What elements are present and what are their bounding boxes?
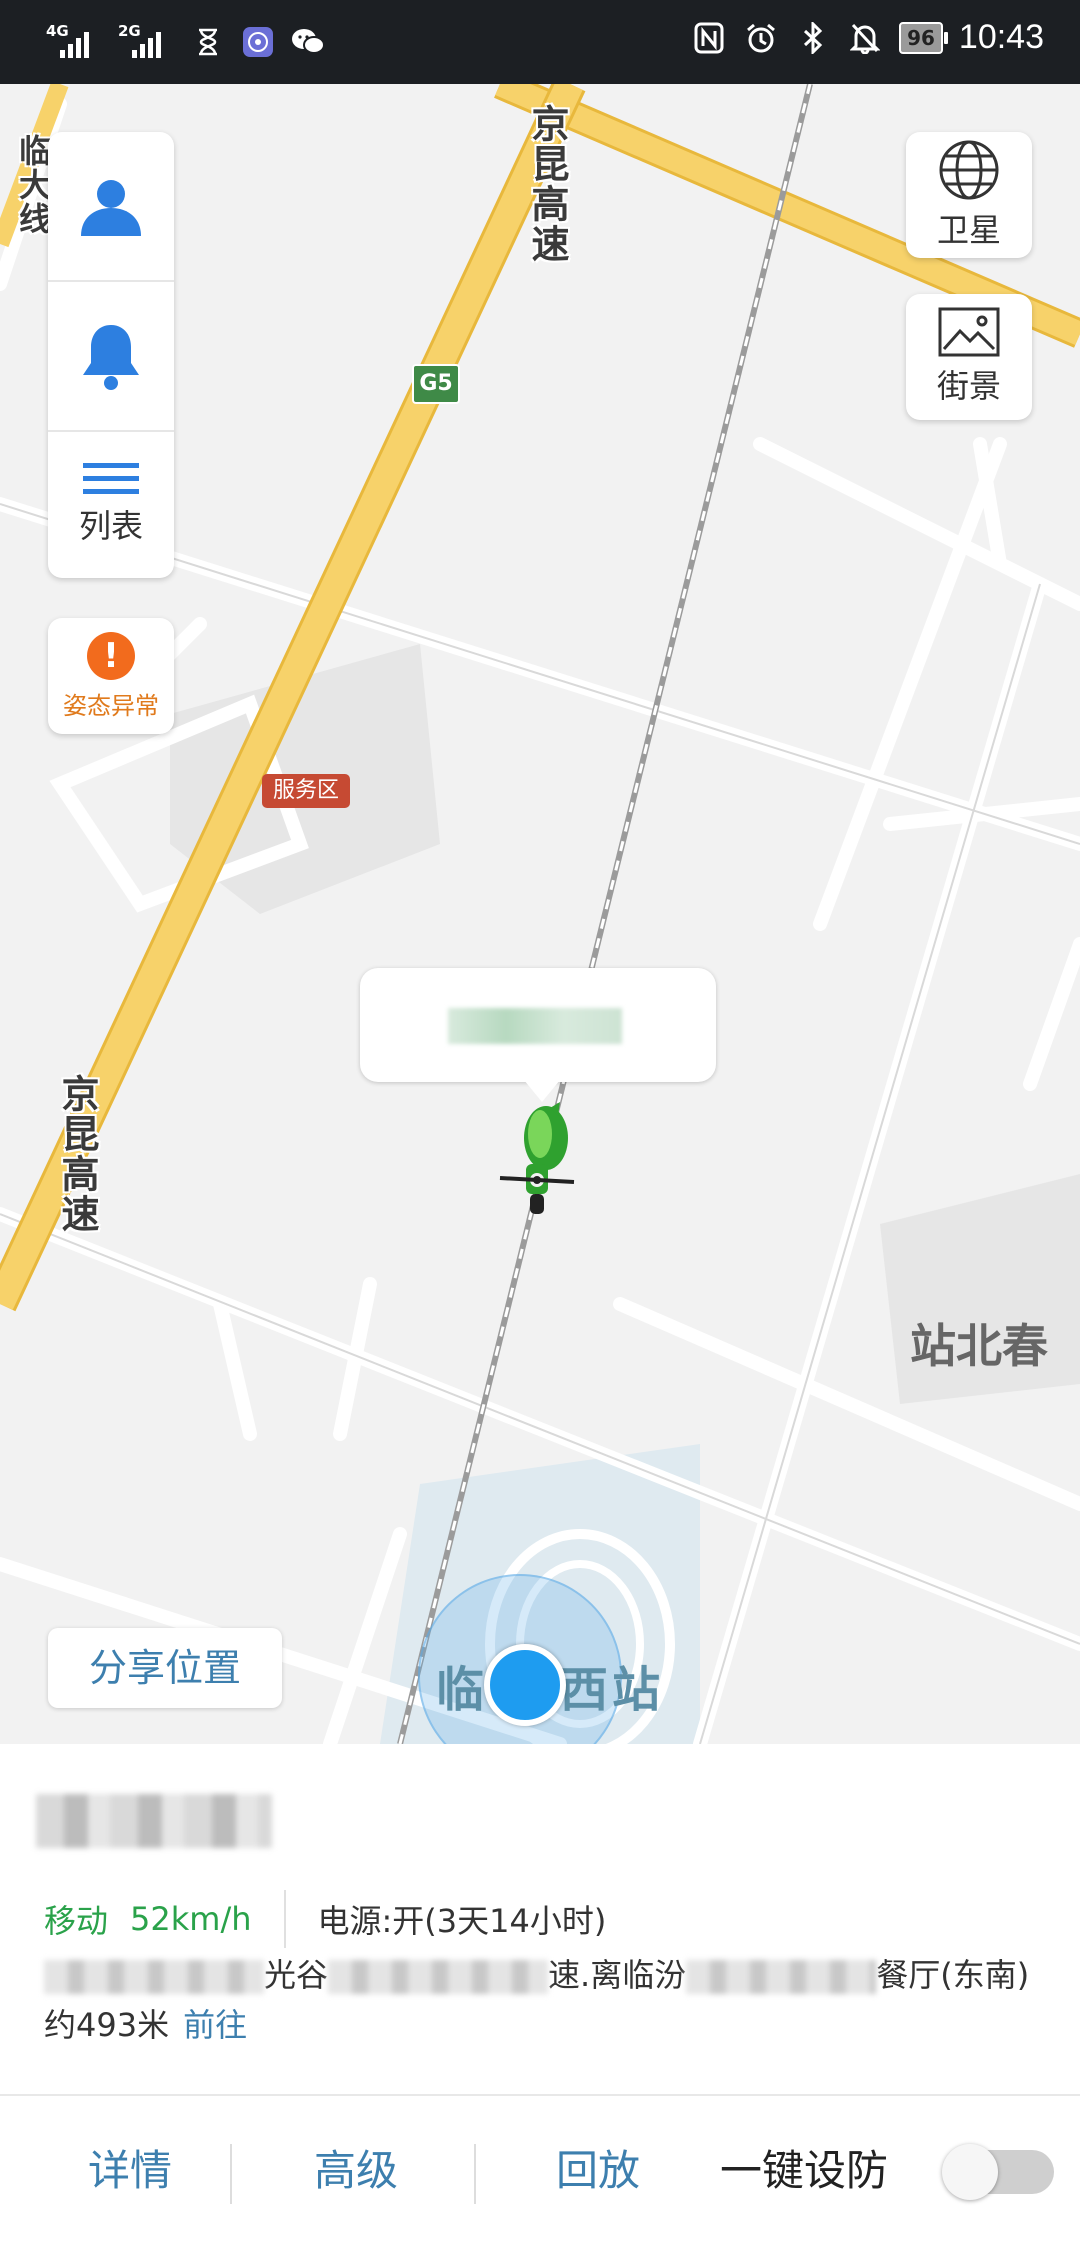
details-tab[interactable]: 详情	[40, 2096, 220, 2246]
vehicle-name-redacted	[36, 1794, 272, 1848]
highway-shield: G5	[412, 364, 460, 404]
alerts-button[interactable]	[48, 282, 174, 430]
street-view-label: 街景	[936, 367, 1001, 405]
mute-icon	[847, 20, 883, 56]
street-view-button[interactable]: 街景	[906, 294, 1032, 420]
list-button[interactable]: 列表	[48, 432, 174, 578]
alarm-icon	[743, 20, 779, 56]
hourglass-icon	[190, 24, 226, 60]
signal-2-icon: 2G	[118, 22, 176, 62]
profile-button[interactable]	[48, 132, 174, 280]
distance-text: 约493米	[44, 2006, 170, 2044]
address-redacted	[44, 1960, 264, 1994]
status-right: 96 10:43	[691, 18, 1044, 57]
speed-value: 52km/h	[130, 1900, 252, 1938]
station-label-right: 西站	[560, 1662, 665, 1718]
person-icon	[81, 180, 141, 236]
station-label-left: 临	[436, 1662, 489, 1718]
satellite-label: 卫星	[936, 211, 1001, 249]
globe-icon	[939, 140, 999, 200]
vehicle-info-bubble[interactable]	[360, 968, 716, 1102]
address-row: 光谷 速.离临汾 餐厅(东南) 约493米 前往	[44, 1950, 1044, 2050]
bluetooth-icon	[795, 20, 831, 56]
attitude-alert-label: 姿态异常	[63, 691, 159, 720]
address-part-2: 速.离临汾	[548, 1956, 687, 1994]
map-view[interactable]: 临大线 京昆高速 京昆高速 G5 服务区 站北春 列表 ! 姿态异常 卫星 街景…	[0, 84, 1080, 1744]
address-part-3: 餐厅(东南)	[876, 1956, 1030, 1994]
divider	[474, 2144, 476, 2204]
divider	[230, 2144, 232, 2204]
signal-1-icon: 4G	[46, 22, 104, 62]
advanced-tab[interactable]: 高级	[266, 2096, 446, 2246]
motion-state: 移动	[44, 1902, 109, 1940]
one-key-arm-label: 一键设防	[720, 2146, 889, 2195]
playback-tab[interactable]: 回放	[508, 2096, 688, 2246]
attitude-alert-button[interactable]: ! 姿态异常	[48, 618, 174, 734]
list-label: 列表	[78, 507, 143, 545]
vehicle-name-redacted	[448, 1008, 622, 1044]
clock: 10:43	[958, 18, 1044, 56]
address-redacted	[686, 1960, 877, 1994]
power-status: 电源:开(3天14小时)	[317, 1902, 607, 1940]
battery-icon: 96	[899, 21, 948, 54]
toggle-knob[interactable]	[942, 2144, 998, 2200]
list-icon	[83, 463, 139, 494]
status-row: 移动 52km/h 电源:开(3天14小时)	[44, 1890, 606, 1948]
address-redacted	[328, 1960, 549, 1994]
nfc-icon	[691, 20, 727, 56]
service-area-label: 服务区	[262, 774, 350, 808]
road-label-highway-bottom: 京昆高速	[55, 1074, 99, 1234]
town-label: 站北春	[910, 1319, 1048, 1373]
status-left: 4G 2G	[46, 22, 326, 62]
bell-icon	[83, 325, 139, 390]
battery-level: 96	[907, 25, 935, 50]
bottom-action-bar: 详情 高级 回放 一键设防	[0, 2094, 1080, 2246]
music-icon	[240, 24, 276, 60]
satellite-button[interactable]: 卫星	[906, 132, 1032, 258]
warning-icon: !	[87, 631, 135, 680]
picture-icon	[938, 307, 1000, 357]
vehicle-info-panel: 移动 52km/h 电源:开(3天14小时) 光谷 速.离临汾 餐厅(东南) 约49…	[0, 1744, 1080, 2094]
goto-link[interactable]: 前往	[183, 2006, 247, 2044]
divider	[283, 1890, 286, 1948]
status-bar: 4G 2G 96 10:43	[0, 0, 1080, 84]
scooter-marker-icon[interactable]	[490, 1100, 582, 1218]
my-location-dot[interactable]	[484, 1644, 566, 1726]
road-label-highway-top: 京昆高速	[525, 104, 569, 264]
wechat-icon	[290, 24, 326, 60]
left-tool-panel: 列表	[48, 132, 174, 578]
address-part-1: 光谷	[264, 1956, 329, 1994]
share-location-button[interactable]: 分享位置	[48, 1628, 282, 1708]
arm-toggle[interactable]	[942, 2144, 1054, 2200]
